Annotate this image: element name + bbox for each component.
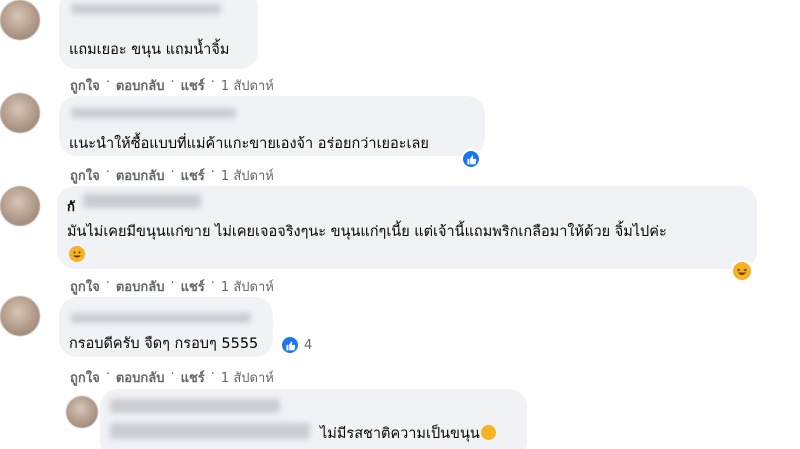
comment: กั มันไม่เคยมีขนุนแก่ขาย ไม่เคยเจอจริงๆน… xyxy=(0,186,800,296)
comment-text: แนะนำให้ซื้อแบบที่แม่ค้าแกะขายเองจ้า อร่… xyxy=(69,136,429,152)
commenter-name-blurred[interactable] xyxy=(71,4,221,14)
timestamp[interactable]: 1 สัปดาห์ xyxy=(221,367,274,388)
avatar[interactable] xyxy=(0,186,40,226)
comment-bubble: กั มันไม่เคยมีขนุนแก่ขาย ไม่เคยเจอจริงๆน… xyxy=(57,186,757,269)
separator-dot: · xyxy=(170,276,175,291)
haha-reaction-badge[interactable] xyxy=(731,260,753,282)
comment: แถมเยอะ ขนุน แถมน้ำจิ้ม ถูกใจ · ตอบกลับ … xyxy=(0,0,800,95)
commenter-text-blurred xyxy=(110,423,310,439)
comment-text-visible: ไม่มีรสชาติความเป็นขนุน xyxy=(320,426,480,442)
comment-bubble: กรอบดีครับ จืดๆ กรอบๆ 5555 xyxy=(59,297,273,357)
comment-text: ไม่มีรสชาติความเป็นขนุน xyxy=(320,422,496,445)
comment-actions: ถูกใจ · ตอบกลับ · แชร์ · 1 สัปดาห์ xyxy=(70,276,274,297)
avatar[interactable] xyxy=(66,396,98,428)
comment: กรอบดีครับ จืดๆ กรอบๆ 5555 4 ถูกใจ · ตอบ… xyxy=(0,296,800,386)
commenter-name-blurred[interactable] xyxy=(110,399,280,413)
comment: ไม่มีรสชาติความเป็นขนุน xyxy=(0,388,800,449)
comment-bubble: แนะนำให้ซื้อแบบที่แม่ค้าแกะขายเองจ้า อร่… xyxy=(59,96,485,156)
like-reaction-badge[interactable] xyxy=(280,335,300,355)
comment-bubble: ไม่มีรสชาติความเป็นขนุน xyxy=(100,389,527,449)
timestamp[interactable]: 1 สัปดาห์ xyxy=(221,165,274,186)
avatar[interactable] xyxy=(0,296,40,336)
reply-link[interactable]: ตอบกลับ xyxy=(116,276,165,297)
share-link[interactable]: แชร์ xyxy=(181,276,205,297)
separator-dot: · xyxy=(210,165,215,180)
comment-text: กรอบดีครับ จืดๆ กรอบๆ 5555 xyxy=(69,336,259,352)
reply-link[interactable]: ตอบกลับ xyxy=(116,165,165,186)
comment-text: มันไม่เคยมีขนุนแก่ขาย ไม่เคยเจอจริงๆนะ ข… xyxy=(67,224,667,240)
separator-dot: · xyxy=(105,367,110,382)
commenter-name-blurred[interactable] xyxy=(71,108,236,118)
separator-dot: · xyxy=(170,165,175,180)
reaction-count[interactable]: 4 xyxy=(304,338,312,353)
share-link[interactable]: แชร์ xyxy=(181,367,205,388)
commenter-name-blurred[interactable] xyxy=(83,194,201,208)
comment: แนะนำให้ซื้อแบบที่แม่ค้าแกะขายเองจ้า อร่… xyxy=(0,93,800,188)
separator-dot: · xyxy=(210,276,215,291)
comment-bubble: แถมเยอะ ขนุน แถมน้ำจิ้ม xyxy=(59,0,258,69)
grinning-sweat-emoji xyxy=(480,425,496,440)
like-icon xyxy=(285,341,295,350)
timestamp[interactable]: 1 สัปดาห์ xyxy=(221,276,274,297)
like-link[interactable]: ถูกใจ xyxy=(70,276,100,297)
commenter-name-blurred[interactable] xyxy=(71,313,251,323)
separator-dot: · xyxy=(170,367,175,382)
share-link[interactable]: แชร์ xyxy=(181,165,205,186)
haha-icon xyxy=(737,268,747,275)
like-reaction-badge[interactable] xyxy=(461,149,481,169)
separator-dot: · xyxy=(210,367,215,382)
rolling-laugh-emoji xyxy=(69,246,85,262)
comment-actions: ถูกใจ · ตอบกลับ · แชร์ · 1 สัปดาห์ xyxy=(70,367,274,388)
like-link[interactable]: ถูกใจ xyxy=(70,367,100,388)
separator-dot: · xyxy=(105,165,110,180)
like-icon xyxy=(466,155,476,164)
comment-actions: ถูกใจ · ตอบกลับ · แชร์ · 1 สัปดาห์ xyxy=(70,165,274,186)
avatar[interactable] xyxy=(0,0,40,40)
like-link[interactable]: ถูกใจ xyxy=(70,165,100,186)
reply-link[interactable]: ตอบกลับ xyxy=(116,367,165,388)
avatar[interactable] xyxy=(0,93,40,133)
comment-text: แถมเยอะ ขนุน แถมน้ำจิ้ม xyxy=(69,42,230,58)
separator-dot: · xyxy=(105,276,110,291)
commenter-name[interactable]: กั xyxy=(67,196,75,217)
